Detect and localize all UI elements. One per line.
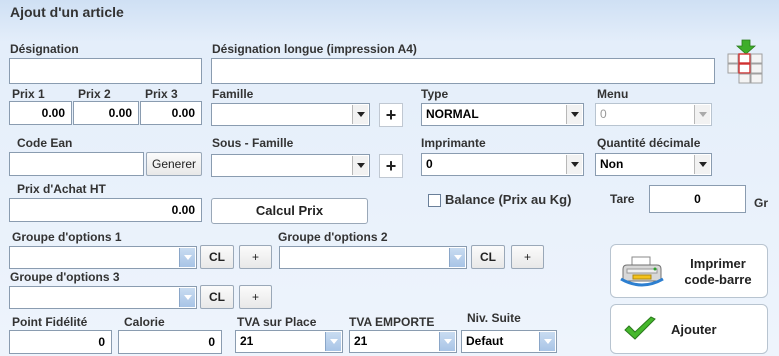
code-ean-input[interactable]	[9, 152, 144, 176]
calorie-label: Calorie	[124, 315, 165, 329]
famille-select[interactable]	[211, 103, 370, 126]
add-famille-button[interactable]: +	[379, 103, 403, 127]
niv-suite-value: Defaut	[466, 334, 504, 348]
balance-label: Balance (Prix au Kg)	[445, 192, 572, 207]
imprimante-select[interactable]: 0	[421, 153, 584, 176]
printer-icon	[619, 255, 665, 291]
niv-suite-label: Niv. Suite	[467, 311, 521, 325]
group3-cl-button[interactable]: CL	[200, 285, 234, 309]
print-barcode-line1: Imprimer	[690, 256, 746, 271]
dropdown-arrow-icon[interactable]	[539, 332, 555, 351]
print-barcode-button[interactable]: Imprimer code-barre	[610, 244, 768, 298]
group1-cl-button[interactable]: CL	[200, 245, 234, 269]
tare-unit: Gr	[754, 196, 769, 210]
sous-famille-label: Sous - Famille	[212, 136, 294, 150]
prix2-input[interactable]: 0.00	[73, 101, 139, 125]
balance-checkbox[interactable]	[428, 194, 441, 207]
prix3-input[interactable]: 0.00	[140, 101, 202, 125]
dropdown-arrow-icon[interactable]	[179, 248, 195, 267]
tva-emporte-label: TVA EMPORTE	[349, 315, 435, 329]
checkmark-icon	[623, 316, 657, 342]
prix1-label: Prix 1	[12, 87, 45, 101]
niv-suite-select[interactable]: Defaut	[461, 330, 557, 353]
form-title: Ajout d'un article	[10, 4, 124, 20]
dropdown-arrow-icon[interactable]	[449, 248, 465, 267]
group3-select[interactable]	[9, 286, 197, 309]
tva-place-select[interactable]: 21	[235, 330, 343, 353]
designation-long-label: Désignation longue (impression A4)	[212, 42, 417, 56]
tva-emporte-select[interactable]: 21	[349, 330, 457, 353]
prix3-label: Prix 3	[145, 87, 178, 101]
dropdown-arrow-icon[interactable]	[179, 288, 195, 307]
group3-plus-button[interactable]: +	[239, 285, 272, 309]
generate-ean-button[interactable]: Generer	[146, 152, 202, 176]
tva-place-value: 21	[240, 334, 254, 348]
prix-achat-input[interactable]: 0.00	[9, 198, 202, 222]
group2-select[interactable]	[279, 246, 467, 269]
print-barcode-label: Imprimer code-barre	[673, 256, 763, 288]
famille-label: Famille	[212, 87, 254, 101]
tva-place-label: TVA sur Place	[237, 315, 317, 329]
prix-achat-label: Prix d'Achat HT	[17, 182, 106, 196]
add-button[interactable]: Ajouter	[610, 304, 768, 354]
group1-select[interactable]	[9, 246, 197, 269]
prix2-label: Prix 2	[78, 87, 111, 101]
calorie-input[interactable]: 0	[118, 330, 222, 354]
sous-famille-select[interactable]	[211, 154, 370, 177]
add-sous-famille-button[interactable]: +	[379, 154, 403, 178]
quantite-decimale-label: Quantité décimale	[597, 136, 701, 150]
tare-label: Tare	[610, 192, 635, 206]
prix1-input[interactable]: 0.00	[9, 101, 72, 125]
type-label: Type	[421, 87, 449, 101]
quantite-decimale-value: Non	[600, 157, 624, 171]
menu-select: 0	[595, 103, 712, 126]
dropdown-arrow-icon[interactable]	[566, 155, 582, 174]
tare-input[interactable]: 0	[649, 185, 746, 213]
tva-emporte-value: 21	[354, 334, 368, 348]
group2-plus-button[interactable]: +	[511, 245, 544, 269]
dropdown-arrow-icon[interactable]	[439, 332, 455, 351]
designation-input[interactable]	[9, 58, 202, 84]
code-ean-label: Code Ean	[17, 136, 73, 150]
menu-value: 0	[600, 107, 607, 121]
designation-long-input[interactable]	[211, 58, 715, 84]
type-select[interactable]: NORMAL	[421, 103, 584, 126]
calcul-prix-button[interactable]: Calcul Prix	[211, 198, 368, 224]
dropdown-arrow-icon[interactable]	[566, 105, 582, 124]
dropdown-arrow-icon[interactable]	[352, 156, 368, 175]
quantite-decimale-select[interactable]: Non	[595, 153, 712, 176]
dropdown-arrow-icon[interactable]	[325, 332, 341, 351]
print-barcode-line2: code-barre	[684, 272, 752, 287]
designation-label: Désignation	[10, 42, 79, 56]
group2-cl-button[interactable]: CL	[471, 245, 505, 269]
group3-label: Groupe d'options 3	[10, 270, 120, 284]
fidelite-input[interactable]: 0	[9, 330, 112, 354]
imprimante-value: 0	[426, 157, 433, 171]
group1-plus-button[interactable]: +	[239, 245, 272, 269]
add-button-label: Ajouter	[671, 322, 717, 337]
dropdown-arrow-icon[interactable]	[352, 105, 368, 124]
group2-label: Groupe d'options 2	[278, 230, 388, 244]
dropdown-arrow-icon[interactable]	[694, 155, 710, 174]
keyboard-icon[interactable]	[724, 38, 768, 88]
imprimante-label: Imprimante	[421, 136, 486, 150]
type-value: NORMAL	[426, 107, 479, 121]
menu-label: Menu	[597, 87, 629, 101]
dropdown-arrow-icon	[694, 105, 710, 124]
group1-label: Groupe d'options 1	[12, 230, 122, 244]
fidelite-label: Point Fidélité	[12, 315, 88, 329]
